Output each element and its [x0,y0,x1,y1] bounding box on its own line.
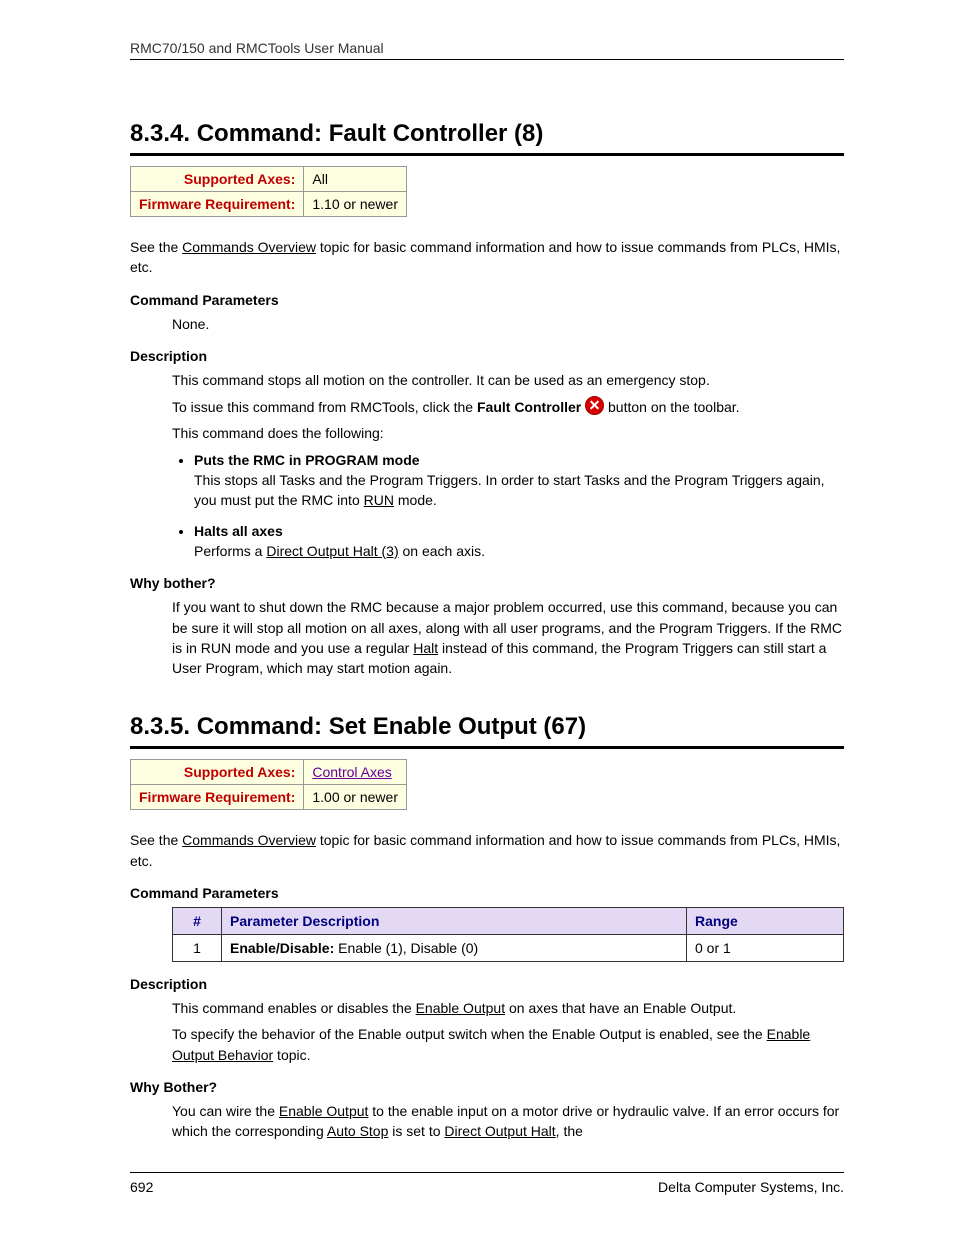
firmware-req-value: 1.00 or newer [304,785,407,810]
enable-output-link[interactable]: Enable Output [416,1000,506,1016]
cell-range: 0 or 1 [687,935,844,962]
page-number: 692 [130,1179,153,1195]
col-desc: Parameter Description [222,908,687,935]
company-name: Delta Computer Systems, Inc. [658,1179,844,1195]
list-item: Puts the RMC in PROGRAM mode This stops … [194,450,844,511]
table-row: Supported Axes: Control Axes [131,760,407,785]
s835-why-body: You can wire the Enable Output to the en… [172,1101,844,1142]
halt-link[interactable]: Halt [413,640,438,656]
section-835-title: 8.3.5. Command: Set Enable Output (67) [130,713,844,749]
s834-bullets: Puts the RMC in PROGRAM mode This stops … [172,450,844,561]
text: is set to [388,1123,444,1139]
s834-cmdparams-heading: Command Parameters [130,292,844,308]
s834-desc-p2: To issue this command from RMCTools, cli… [172,396,844,417]
col-num: # [173,908,222,935]
commands-overview-link[interactable]: Commands Overview [182,239,316,255]
cell-num: 1 [173,935,222,962]
param-name: Enable/Disable: [230,940,334,956]
text: See the [130,239,182,255]
firmware-req-value: 1.10 or newer [304,192,407,217]
table-row: Firmware Requirement: 1.10 or newer [131,192,407,217]
text: topic. [273,1047,310,1063]
s835-cmdparams-heading: Command Parameters [130,885,844,901]
supported-axes-label: Supported Axes: [131,167,304,192]
fault-controller-icon [585,396,604,415]
text: You can wire the [172,1103,279,1119]
text: To issue this command from RMCTools, cli… [172,399,477,415]
s834-desc-p1: This command stops all motion on the con… [172,370,844,390]
col-range: Range [687,908,844,935]
s834-desc-p3: This command does the following: [172,423,844,443]
text: on each axis. [399,543,485,559]
run-link[interactable]: RUN [364,492,394,508]
section-834-title: 8.3.4. Command: Fault Controller (8) [130,120,844,156]
s834-description-heading: Description [130,348,844,364]
text: Performs a [194,543,266,559]
supported-axes-value: Control Axes [304,760,407,785]
s835-whybother-heading: Why Bother? [130,1079,844,1095]
table-row: Firmware Requirement: 1.00 or newer [131,785,407,810]
cell-desc: Enable/Disable: Enable (1), Disable (0) [222,935,687,962]
s835-desc-p1: This command enables or disables the Ena… [172,998,844,1018]
bullet-title: Halts all axes [194,523,283,539]
text: button on the toolbar. [608,399,740,415]
table-row: 1 Enable/Disable: Enable (1), Disable (0… [173,935,844,962]
text: This command enables or disables the [172,1000,416,1016]
control-axes-link[interactable]: Control Axes [312,764,391,780]
text: Enable (1), Disable (0) [334,940,478,956]
supported-axes-label: Supported Axes: [131,760,304,785]
text: See the [130,832,182,848]
firmware-req-label: Firmware Requirement: [131,785,304,810]
page-header: RMC70/150 and RMCTools User Manual [130,40,844,60]
s834-why-body: If you want to shut down the RMC because… [172,597,844,678]
s835-param-table: # Parameter Description Range 1 Enable/D… [172,907,844,962]
table-header-row: # Parameter Description Range [173,908,844,935]
direct-output-halt-link[interactable]: Direct Output Halt (3) [266,543,398,559]
fault-controller-label: Fault Controller [477,399,581,415]
auto-stop-link[interactable]: Auto Stop [327,1123,389,1139]
s834-intro: See the Commands Overview topic for basi… [130,237,844,278]
table-row: Supported Axes: All [131,167,407,192]
enable-output-link[interactable]: Enable Output [279,1103,369,1119]
text: , the [556,1123,583,1139]
s835-info-table: Supported Axes: Control Axes Firmware Re… [130,759,407,810]
text: To specify the behavior of the Enable ou… [172,1026,767,1042]
s834-cmdparams-none: None. [172,314,844,334]
s834-whybother-heading: Why bother? [130,575,844,591]
bullet-title: Puts the RMC in PROGRAM mode [194,452,420,468]
page-footer: 692 Delta Computer Systems, Inc. [130,1172,844,1195]
s835-description-heading: Description [130,976,844,992]
text: on axes that have an Enable Output. [505,1000,736,1016]
s834-info-table: Supported Axes: All Firmware Requirement… [130,166,407,217]
s835-desc-p2: To specify the behavior of the Enable ou… [172,1024,844,1065]
text: This stops all Tasks and the Program Tri… [194,472,825,508]
direct-output-halt-link[interactable]: Direct Output Halt [444,1123,555,1139]
firmware-req-label: Firmware Requirement: [131,192,304,217]
list-item: Halts all axes Performs a Direct Output … [194,521,844,562]
s835-intro: See the Commands Overview topic for basi… [130,830,844,871]
commands-overview-link[interactable]: Commands Overview [182,832,316,848]
text: mode. [394,492,437,508]
supported-axes-value: All [304,167,407,192]
